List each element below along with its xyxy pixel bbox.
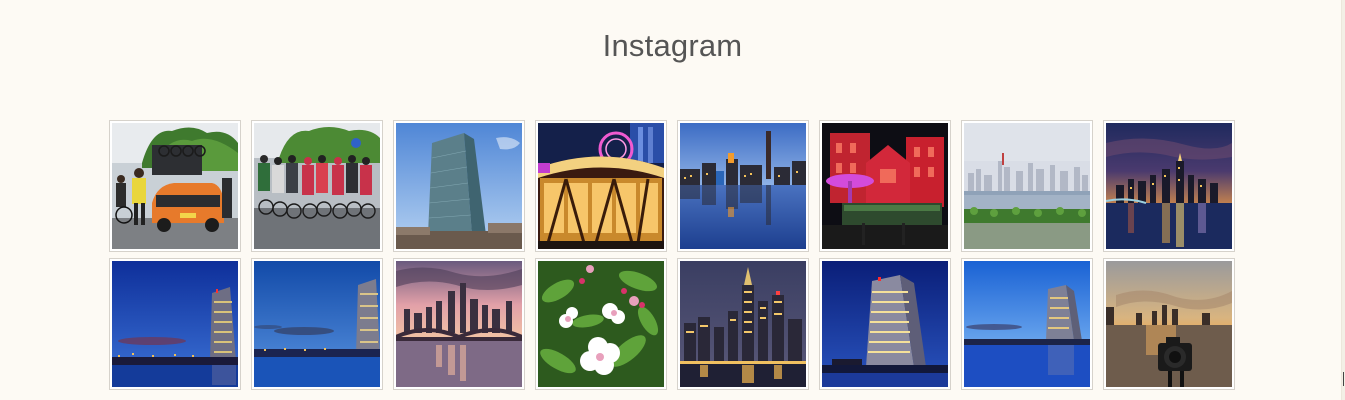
photo-image — [254, 123, 380, 249]
instagram-photo-skyline-night-river[interactable] — [1103, 120, 1235, 252]
instagram-photo-apple-blossoms[interactable] — [535, 258, 667, 390]
instagram-photo-industrial-river-dusk[interactable] — [677, 120, 809, 252]
instagram-photo-cycling-peloton[interactable] — [251, 120, 383, 252]
instagram-photo-ecb-tower-night[interactable] — [819, 258, 951, 390]
photo-image — [964, 261, 1090, 387]
photo-image — [112, 261, 238, 387]
instagram-photo-ecb-tower-river[interactable] — [961, 258, 1093, 390]
instagram-photo-ecb-tower-blue-hour[interactable] — [109, 258, 241, 390]
photo-image — [396, 123, 522, 249]
scrollbar-indicator[interactable] — [1343, 372, 1344, 386]
photo-image — [822, 123, 948, 249]
photo-image — [964, 123, 1090, 249]
instagram-photo-cycling-race-car[interactable] — [109, 120, 241, 252]
instagram-photo-skyline-field[interactable] — [961, 120, 1093, 252]
photo-image — [538, 123, 664, 249]
photo-image — [1106, 123, 1232, 249]
instagram-grid — [109, 120, 1235, 390]
instagram-photo-illuminated-pavilion[interactable] — [535, 120, 667, 252]
photo-image — [822, 261, 948, 387]
instagram-photo-ecb-tower-blue-hour-wide[interactable] — [251, 258, 383, 390]
photo-image — [680, 261, 806, 387]
photo-image — [112, 123, 238, 249]
photo-image — [680, 123, 806, 249]
section-title: Instagram — [602, 28, 743, 63]
instagram-photo-ecb-tower-day[interactable] — [393, 120, 525, 252]
photo-image — [254, 261, 380, 387]
instagram-photo-skyline-bridge-sunset[interactable] — [393, 258, 525, 390]
photo-image — [538, 261, 664, 387]
instagram-photo-skyline-night-highrises[interactable] — [677, 258, 809, 390]
photo-image — [1106, 261, 1232, 387]
page-right-edge — [1341, 0, 1345, 400]
instagram-section: Instagram — [0, 0, 1345, 400]
instagram-photo-camera-sunset[interactable] — [1103, 258, 1235, 390]
instagram-photo-red-lit-building[interactable] — [819, 120, 951, 252]
photo-image — [396, 261, 522, 387]
